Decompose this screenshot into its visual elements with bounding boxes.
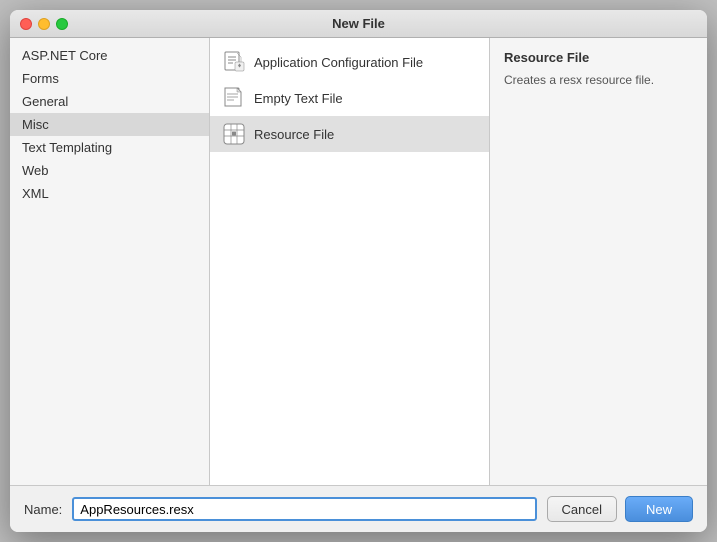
file-list: Application Configuration File bbox=[210, 38, 490, 485]
sidebar-item-xml[interactable]: XML bbox=[10, 182, 209, 205]
button-group: Cancel New bbox=[547, 496, 693, 522]
content-area: ASP.NET Core Forms General Misc Text Tem… bbox=[10, 38, 707, 485]
file-item-empty-text[interactable]: Empty Text File bbox=[210, 80, 489, 116]
sidebar-item-asp-net-core[interactable]: ASP.NET Core bbox=[10, 44, 209, 67]
minimize-button[interactable] bbox=[38, 18, 50, 30]
name-label: Name: bbox=[24, 502, 62, 517]
new-file-dialog: New File ASP.NET Core Forms General Misc… bbox=[10, 10, 707, 532]
text-icon bbox=[222, 86, 246, 110]
detail-title: Resource File bbox=[504, 50, 693, 65]
sidebar-item-forms[interactable]: Forms bbox=[10, 67, 209, 90]
new-button[interactable]: New bbox=[625, 496, 693, 522]
window-title: New File bbox=[332, 16, 385, 31]
maximize-button[interactable] bbox=[56, 18, 68, 30]
resource-icon bbox=[222, 122, 246, 146]
sidebar-item-general[interactable]: General bbox=[10, 90, 209, 113]
name-input[interactable] bbox=[72, 497, 536, 521]
detail-panel: Resource File Creates a resx resource fi… bbox=[490, 38, 707, 485]
config-icon bbox=[222, 50, 246, 74]
close-button[interactable] bbox=[20, 18, 32, 30]
file-item-resource-label: Resource File bbox=[254, 127, 334, 142]
sidebar-item-web[interactable]: Web bbox=[10, 159, 209, 182]
file-item-empty-text-label: Empty Text File bbox=[254, 91, 343, 106]
cancel-button[interactable]: Cancel bbox=[547, 496, 617, 522]
sidebar-item-misc[interactable]: Misc bbox=[10, 113, 209, 136]
traffic-lights bbox=[20, 18, 68, 30]
sidebar: ASP.NET Core Forms General Misc Text Tem… bbox=[10, 38, 210, 485]
bottom-bar: Name: Cancel New bbox=[10, 485, 707, 532]
detail-description: Creates a resx resource file. bbox=[504, 71, 693, 89]
file-item-app-config[interactable]: Application Configuration File bbox=[210, 44, 489, 80]
sidebar-item-text-templating[interactable]: Text Templating bbox=[10, 136, 209, 159]
file-item-app-config-label: Application Configuration File bbox=[254, 55, 423, 70]
file-item-resource[interactable]: Resource File bbox=[210, 116, 489, 152]
titlebar: New File bbox=[10, 10, 707, 38]
